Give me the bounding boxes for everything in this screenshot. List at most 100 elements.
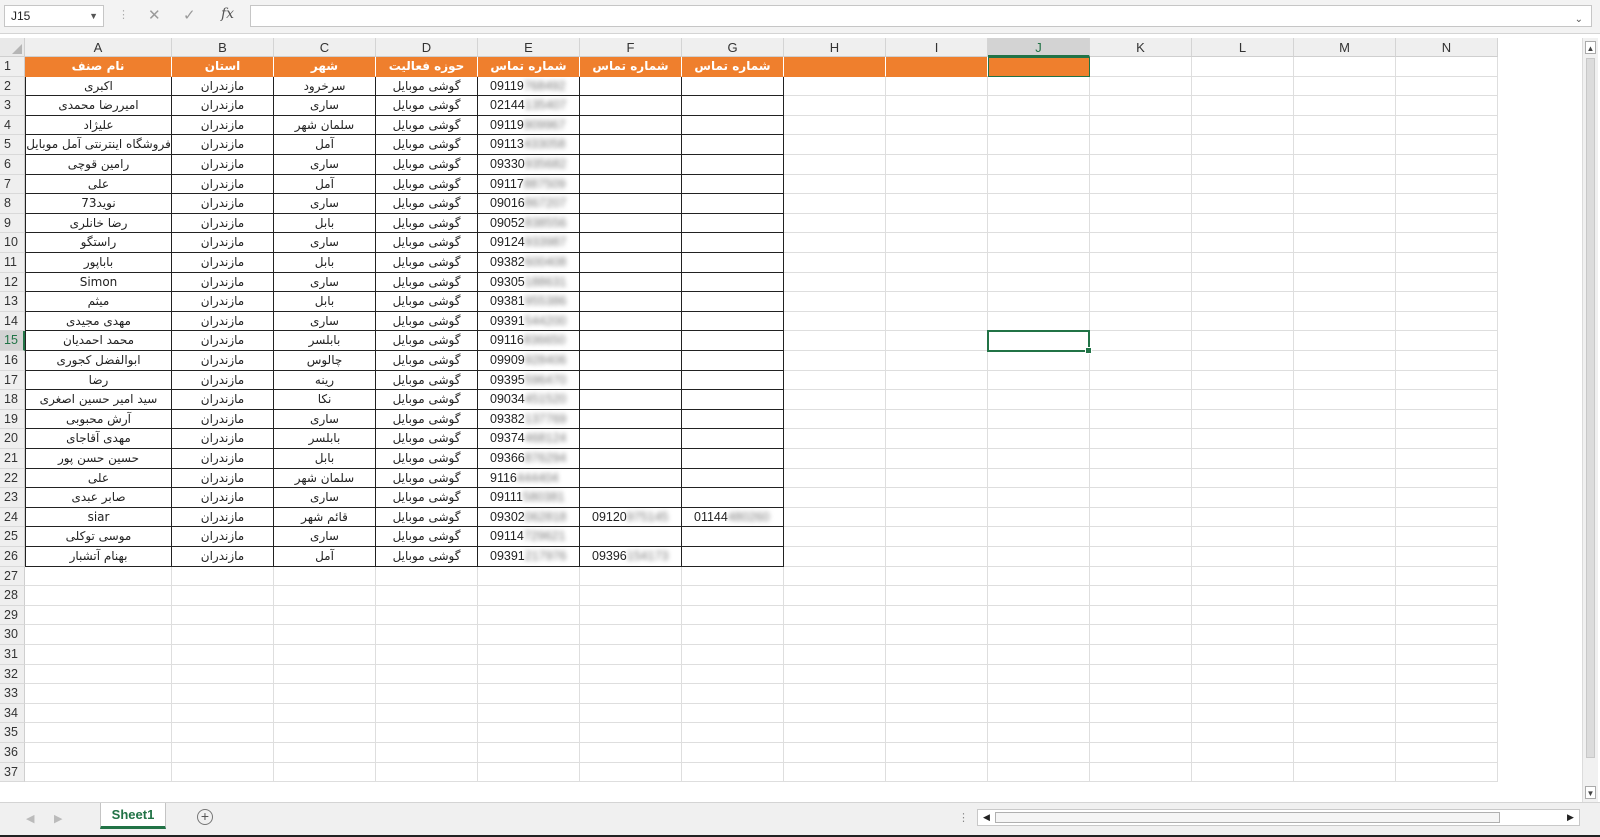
cell-c26[interactable]: آمل xyxy=(274,547,376,567)
cell-n1[interactable] xyxy=(1396,57,1498,77)
cell-m37[interactable] xyxy=(1294,762,1396,783)
cell-j19[interactable] xyxy=(988,409,1090,430)
cell-k6[interactable] xyxy=(1090,155,1192,175)
cell-g18[interactable] xyxy=(682,390,784,410)
cell-n37[interactable] xyxy=(1396,762,1498,783)
cell-g26[interactable] xyxy=(682,547,784,567)
cell-e33[interactable] xyxy=(478,684,580,704)
cell-n23[interactable] xyxy=(1396,488,1498,508)
cell-l21[interactable] xyxy=(1192,449,1294,469)
cell-l34[interactable] xyxy=(1192,703,1294,724)
cell-a16[interactable]: ابوالفضل کجوری xyxy=(25,351,172,371)
cell-g23[interactable] xyxy=(682,488,784,508)
cell-i14[interactable] xyxy=(886,311,988,332)
row-header-16[interactable]: 16 xyxy=(0,351,25,371)
cell-f4[interactable] xyxy=(580,115,682,136)
cell-l26[interactable] xyxy=(1192,547,1294,567)
cell-b19[interactable]: مازندران xyxy=(172,409,274,430)
scroll-left-icon[interactable]: ◀ xyxy=(980,811,993,824)
cell-f33[interactable] xyxy=(580,684,682,704)
cell-m12[interactable] xyxy=(1294,272,1396,293)
cell-l20[interactable] xyxy=(1192,429,1294,449)
row-header-8[interactable]: 8 xyxy=(0,194,25,214)
cell-n3[interactable] xyxy=(1396,96,1498,116)
row-header-14[interactable]: 14 xyxy=(0,311,25,332)
cell-b33[interactable] xyxy=(172,684,274,704)
cell-d2[interactable]: گوشی موبایل xyxy=(376,76,478,97)
cell-m34[interactable] xyxy=(1294,703,1396,724)
cell-h35[interactable] xyxy=(784,723,886,743)
cell-j26[interactable] xyxy=(988,547,1090,567)
cell-g21[interactable] xyxy=(682,449,784,469)
cell-h5[interactable] xyxy=(784,135,886,155)
worksheet-grid[interactable]: ABCDEFGHIJKLMN 1 2 3 4 5 6 7 8 9 10 11 12 13 14 15 16 17… xyxy=(0,38,1580,802)
cell-i10[interactable] xyxy=(886,233,988,253)
cell-d10[interactable]: گوشی موبایل xyxy=(376,233,478,253)
cell-k5[interactable] xyxy=(1090,135,1192,155)
cell-n21[interactable] xyxy=(1396,449,1498,469)
cell-j30[interactable] xyxy=(988,625,1090,645)
cell-a8[interactable]: نوید73 xyxy=(25,194,172,214)
cell-k1[interactable] xyxy=(1090,57,1192,77)
cell-n19[interactable] xyxy=(1396,409,1498,430)
cell-f5[interactable] xyxy=(580,135,682,155)
cell-f28[interactable] xyxy=(580,586,682,606)
column-header-c[interactable]: C xyxy=(274,38,376,57)
cell-m9[interactable] xyxy=(1294,213,1396,234)
cell-g6[interactable] xyxy=(682,155,784,175)
cell-m33[interactable] xyxy=(1294,684,1396,704)
cell-h34[interactable] xyxy=(784,703,886,724)
cell-a35[interactable] xyxy=(25,723,172,743)
cell-g10[interactable] xyxy=(682,233,784,253)
cell-h15[interactable] xyxy=(784,331,886,351)
cell-b8[interactable]: مازندران xyxy=(172,194,274,214)
row-header-10[interactable]: 10 xyxy=(0,233,25,253)
cell-d16[interactable]: گوشی موبایل xyxy=(376,351,478,371)
cell-m6[interactable] xyxy=(1294,155,1396,175)
cell-m14[interactable] xyxy=(1294,311,1396,332)
row-header-4[interactable]: 4 xyxy=(0,115,25,136)
previous-sheet-icon[interactable]: ◀ xyxy=(26,812,34,825)
row-header-3[interactable]: 3 xyxy=(0,96,25,116)
cell-a32[interactable] xyxy=(25,664,172,685)
cell-n18[interactable] xyxy=(1396,390,1498,410)
cell-g33[interactable] xyxy=(682,684,784,704)
cell-m17[interactable] xyxy=(1294,370,1396,391)
cell-e37[interactable] xyxy=(478,762,580,783)
cell-k32[interactable] xyxy=(1090,664,1192,685)
cell-b11[interactable]: مازندران xyxy=(172,253,274,273)
cell-a26[interactable]: بهنام آتشبار xyxy=(25,547,172,567)
cell-a34[interactable] xyxy=(25,703,172,724)
cell-c28[interactable] xyxy=(274,586,376,606)
cell-e2[interactable]: 09119768492 xyxy=(478,76,580,97)
cell-l25[interactable] xyxy=(1192,527,1294,547)
cell-a29[interactable] xyxy=(25,605,172,626)
cell-n31[interactable] xyxy=(1396,645,1498,665)
insert-function-icon[interactable]: fx xyxy=(221,6,234,22)
column-header-g[interactable]: G xyxy=(682,38,784,57)
cell-l24[interactable] xyxy=(1192,507,1294,528)
cell-i34[interactable] xyxy=(886,703,988,724)
cell-c7[interactable]: آمل xyxy=(274,174,376,195)
cell-b1[interactable]: استان xyxy=(172,57,274,77)
cell-h13[interactable] xyxy=(784,292,886,312)
cell-b26[interactable]: مازندران xyxy=(172,547,274,567)
cell-h3[interactable] xyxy=(784,96,886,116)
cell-g29[interactable] xyxy=(682,605,784,626)
column-header-f[interactable]: F xyxy=(580,38,682,57)
cell-h2[interactable] xyxy=(784,76,886,97)
cell-h28[interactable] xyxy=(784,586,886,606)
cell-i37[interactable] xyxy=(886,762,988,783)
cell-d23[interactable]: گوشی موبایل xyxy=(376,488,478,508)
cell-b3[interactable]: مازندران xyxy=(172,96,274,116)
row-header-18[interactable]: 18 xyxy=(0,390,25,410)
cell-f35[interactable] xyxy=(580,723,682,743)
cell-h1[interactable] xyxy=(784,57,886,77)
row-header-31[interactable]: 31 xyxy=(0,645,25,665)
row-header-2[interactable]: 2 xyxy=(0,76,25,97)
cell-j24[interactable] xyxy=(988,507,1090,528)
scroll-down-icon[interactable]: ▼ xyxy=(1585,786,1596,799)
cell-h30[interactable] xyxy=(784,625,886,645)
cell-c5[interactable]: آمل xyxy=(274,135,376,155)
cell-n12[interactable] xyxy=(1396,272,1498,293)
